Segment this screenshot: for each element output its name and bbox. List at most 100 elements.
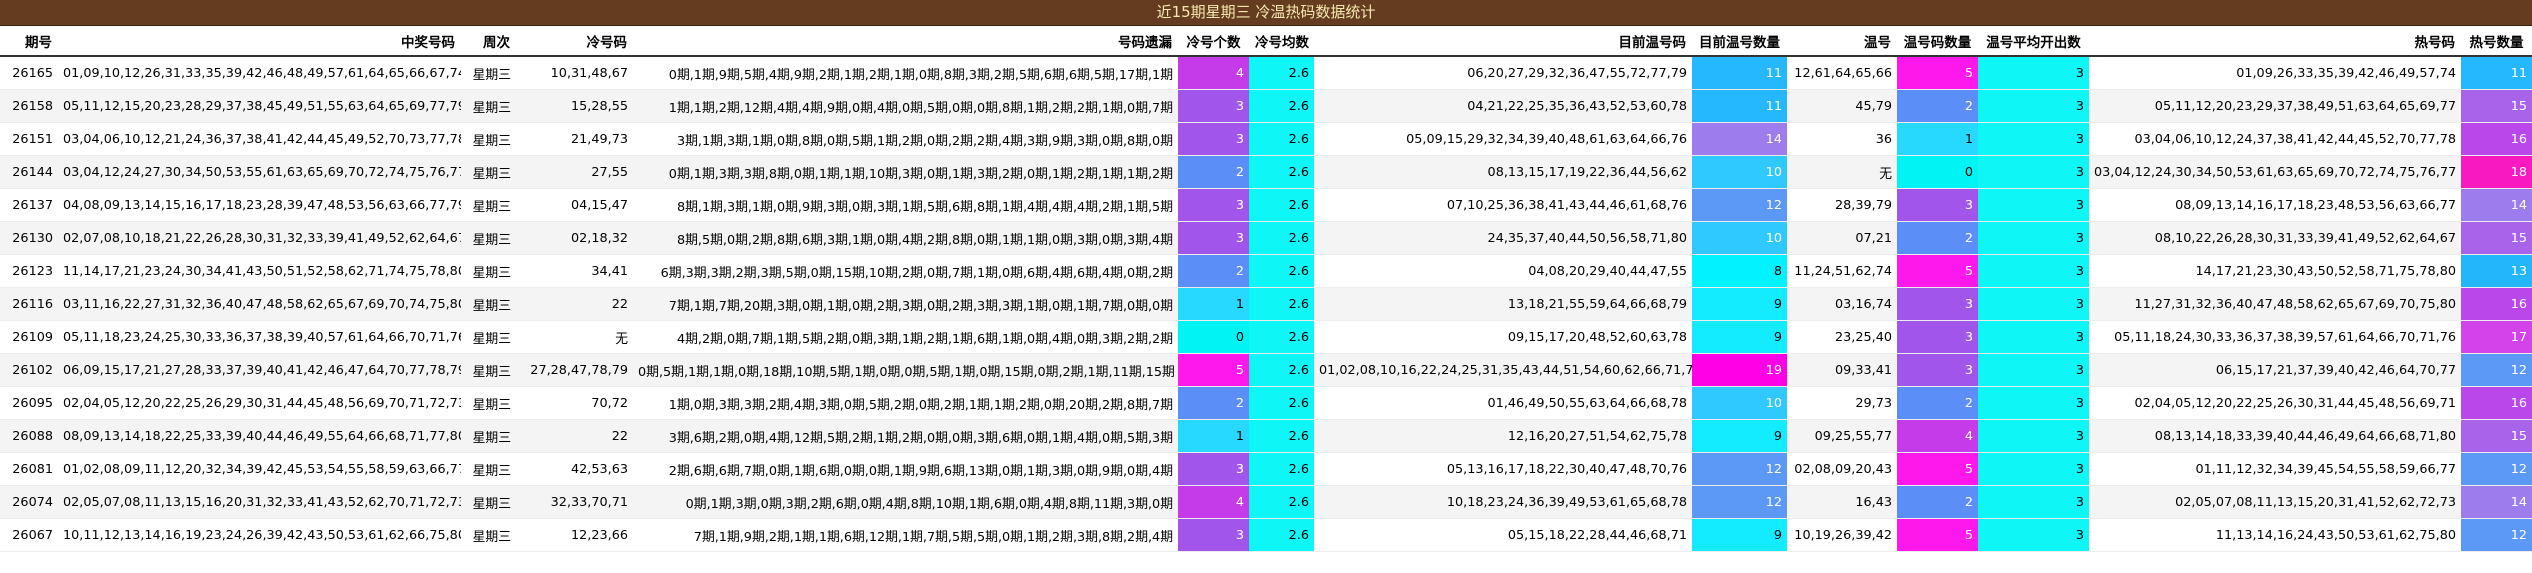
cold-average-cell: 2.6 xyxy=(1249,386,1314,420)
current-warm-numbers-cell: 09,15,17,20,48,52,60,63,78 xyxy=(1314,320,1692,354)
cold-count-cell: 3 xyxy=(1178,188,1249,222)
warm-numbers-cell: 28,39,79 xyxy=(1787,188,1897,222)
page-title: 近15期星期三 冷温热码数据统计 xyxy=(0,0,2532,26)
hot-numbers-cell: 02,05,07,08,11,13,15,20,31,41,52,62,72,7… xyxy=(2089,485,2461,519)
cold-count-cell: 3 xyxy=(1178,518,1249,552)
current-warm-count-cell: 10 xyxy=(1692,221,1787,255)
warm-average-cell: 3 xyxy=(1978,155,2089,189)
table-row: 26102 06,09,15,17,21,27,28,33,37,39,40,41… xyxy=(0,353,2532,387)
warm-average-cell: 3 xyxy=(1978,287,2089,321)
warm-numbers-cell: 12,61,64,65,66 xyxy=(1787,56,1897,90)
winning-numbers-cell: 02,04,05,12,20,22,25,26,29,30,31,44,45,4… xyxy=(58,386,461,420)
current-warm-count-cell: 19 xyxy=(1692,353,1787,387)
current-warm-count-cell: 9 xyxy=(1692,518,1787,552)
warm-count-cell: 5 xyxy=(1897,518,1978,552)
warm-average-cell: 3 xyxy=(1978,56,2089,90)
cold-numbers-cell: 12,23,66 xyxy=(516,518,633,552)
current-warm-count-cell: 12 xyxy=(1692,188,1787,222)
warm-average-cell: 3 xyxy=(1978,254,2089,288)
warm-numbers-cell: 10,19,26,39,42 xyxy=(1787,518,1897,552)
weekday-cell: 星期三 xyxy=(461,386,516,420)
hot-count-cell: 15 xyxy=(2461,419,2532,453)
warm-average-cell: 3 xyxy=(1978,188,2089,222)
number-miss-cell: 0期,5期,1期,1期,0期,18期,10期,5期,1期,0期,0期,5期,1期… xyxy=(633,353,1178,387)
hot-numbers-cell: 11,27,31,32,36,40,47,48,58,62,65,67,69,7… xyxy=(2089,287,2461,321)
cold-average-cell: 2.6 xyxy=(1249,89,1314,123)
warm-count-cell: 4 xyxy=(1897,419,1978,453)
warm-average-cell: 3 xyxy=(1978,419,2089,453)
cold-count-cell: 2 xyxy=(1178,254,1249,288)
warm-average-cell: 3 xyxy=(1978,386,2089,420)
current-warm-numbers-cell: 04,08,20,29,40,44,47,55 xyxy=(1314,254,1692,288)
warm-numbers-cell: 29,73 xyxy=(1787,386,1897,420)
warm-count-cell: 3 xyxy=(1897,287,1978,321)
winning-numbers-cell: 03,04,06,10,12,21,24,36,37,38,41,42,44,4… xyxy=(58,122,461,156)
hot-count-cell: 12 xyxy=(2461,518,2532,552)
table-row: 26123 11,14,17,21,23,24,30,34,41,43,50,51… xyxy=(0,254,2532,288)
header-warm-numbers: 温号 xyxy=(1787,26,1897,57)
table-row: 26067 10,11,12,13,14,16,19,23,24,26,39,42… xyxy=(0,518,2532,552)
current-warm-count-cell: 8 xyxy=(1692,254,1787,288)
table-row: 26074 02,05,07,08,11,13,15,16,20,31,32,33… xyxy=(0,485,2532,519)
header-period: 期号 xyxy=(0,26,58,57)
warm-count-cell: 5 xyxy=(1897,254,1978,288)
period-cell: 26102 xyxy=(0,353,58,387)
cold-count-cell: 3 xyxy=(1178,221,1249,255)
hot-numbers-cell: 08,10,22,26,28,30,31,33,39,41,49,52,62,6… xyxy=(2089,221,2461,255)
header-hot-count: 热号数量 xyxy=(2461,26,2532,57)
warm-numbers-cell: 36 xyxy=(1787,122,1897,156)
number-miss-cell: 7期,1期,9期,2期,1期,1期,6期,12期,1期,7期,5期,5期,0期,… xyxy=(633,518,1178,552)
current-warm-count-cell: 12 xyxy=(1692,452,1787,486)
cold-count-cell: 5 xyxy=(1178,353,1249,387)
warm-count-cell: 5 xyxy=(1897,452,1978,486)
number-miss-cell: 7期,1期,7期,20期,3期,0期,1期,0期,2期,3期,0期,2期,3期,… xyxy=(633,287,1178,321)
cold-average-cell: 2.6 xyxy=(1249,452,1314,486)
cold-numbers-cell: 15,28,55 xyxy=(516,89,633,123)
header-current-warm-count: 目前温号数量 xyxy=(1692,26,1787,57)
number-miss-cell: 1期,0期,3期,3期,2期,4期,3期,0期,5期,2期,0期,2期,1期,1… xyxy=(633,386,1178,420)
weekday-cell: 星期三 xyxy=(461,122,516,156)
warm-count-cell: 2 xyxy=(1897,386,1978,420)
weekday-cell: 星期三 xyxy=(461,320,516,354)
current-warm-count-cell: 12 xyxy=(1692,485,1787,519)
winning-numbers-cell: 01,09,10,12,26,31,33,35,39,42,46,48,49,5… xyxy=(58,56,461,90)
current-warm-count-cell: 9 xyxy=(1692,419,1787,453)
cold-count-cell: 3 xyxy=(1178,452,1249,486)
cold-count-cell: 3 xyxy=(1178,122,1249,156)
period-cell: 26067 xyxy=(0,518,58,552)
cold-average-cell: 2.6 xyxy=(1249,419,1314,453)
current-warm-count-cell: 11 xyxy=(1692,89,1787,123)
warm-average-cell: 3 xyxy=(1978,452,2089,486)
weekday-cell: 星期三 xyxy=(461,254,516,288)
warm-numbers-cell: 45,79 xyxy=(1787,89,1897,123)
warm-average-cell: 3 xyxy=(1978,221,2089,255)
weekday-cell: 星期三 xyxy=(461,419,516,453)
warm-numbers-cell: 无 xyxy=(1787,155,1897,189)
hot-count-cell: 15 xyxy=(2461,89,2532,123)
warm-numbers-cell: 03,16,74 xyxy=(1787,287,1897,321)
number-miss-cell: 3期,1期,3期,1期,0期,8期,0期,5期,1期,2期,0期,2期,2期,4… xyxy=(633,122,1178,156)
current-warm-numbers-cell: 24,35,37,40,44,50,56,58,71,80 xyxy=(1314,221,1692,255)
cold-average-cell: 2.6 xyxy=(1249,56,1314,90)
hot-count-cell: 14 xyxy=(2461,485,2532,519)
cold-numbers-cell: 02,18,32 xyxy=(516,221,633,255)
weekday-cell: 星期三 xyxy=(461,155,516,189)
current-warm-numbers-cell: 05,13,16,17,18,22,30,40,47,48,70,76 xyxy=(1314,452,1692,486)
warm-numbers-cell: 09,25,55,77 xyxy=(1787,419,1897,453)
number-miss-cell: 6期,3期,3期,2期,3期,5期,0期,15期,10期,2期,0期,7期,1期… xyxy=(633,254,1178,288)
winning-numbers-cell: 03,11,16,22,27,31,32,36,40,47,48,58,62,6… xyxy=(58,287,461,321)
period-cell: 26116 xyxy=(0,287,58,321)
cold-average-cell: 2.6 xyxy=(1249,221,1314,255)
header-cold-numbers: 冷号码 xyxy=(516,26,633,57)
table-row: 26088 08,09,13,14,18,22,25,33,39,40,44,46… xyxy=(0,419,2532,453)
warm-count-cell: 2 xyxy=(1897,89,1978,123)
period-cell: 26074 xyxy=(0,485,58,519)
hot-numbers-cell: 06,15,17,21,37,39,40,42,46,64,70,77 xyxy=(2089,353,2461,387)
weekday-cell: 星期三 xyxy=(461,518,516,552)
cold-numbers-cell: 22 xyxy=(516,287,633,321)
current-warm-numbers-cell: 08,13,15,17,19,22,36,44,56,62 xyxy=(1314,155,1692,189)
warm-numbers-cell: 09,33,41 xyxy=(1787,353,1897,387)
cold-count-cell: 2 xyxy=(1178,155,1249,189)
header-winning-numbers: 中奖号码 xyxy=(58,26,461,57)
cold-count-cell: 4 xyxy=(1178,56,1249,90)
